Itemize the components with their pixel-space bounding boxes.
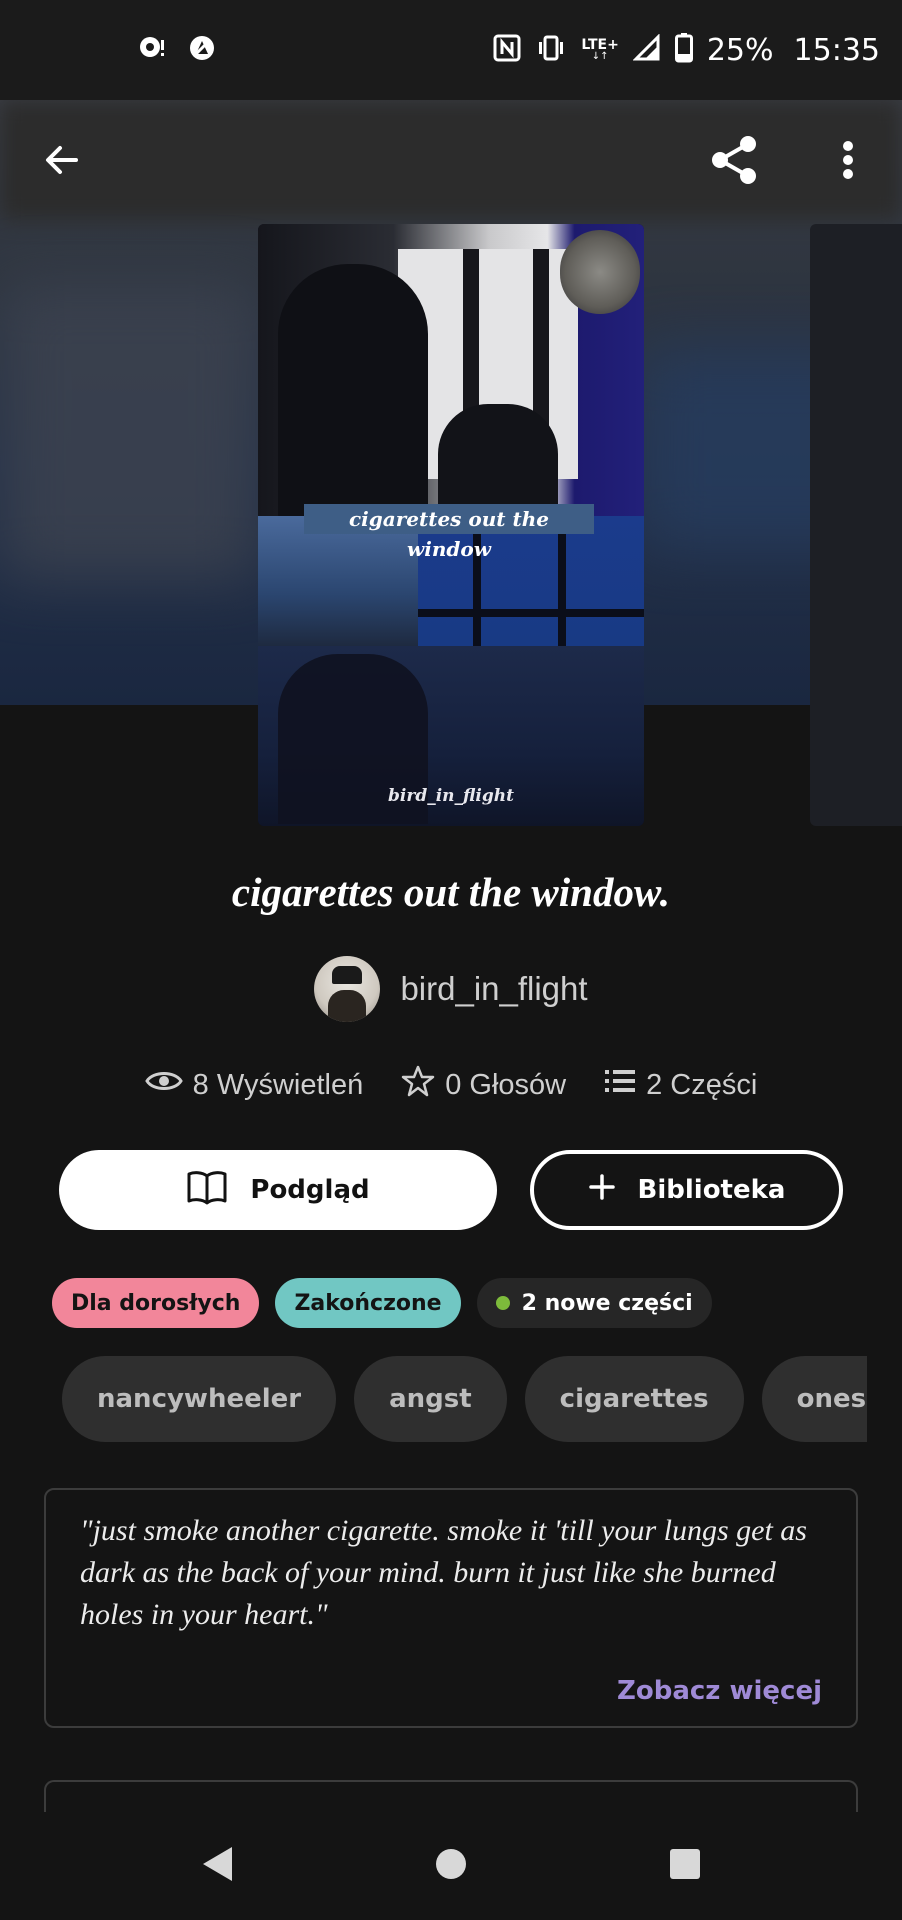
mature-badge: Dla dorosłych [52,1278,260,1328]
next-cover-peek[interactable] [810,224,902,826]
chat-notification-icon [138,34,166,66]
star-icon [401,1064,435,1106]
author-name[interactable]: bird_in_flight [400,970,587,1008]
share-button[interactable] [700,130,768,194]
description-text: "just smoke another cigarette. smoke it … [80,1514,807,1631]
add-to-library-button[interactable]: Biblioteka [530,1150,843,1230]
nfc-icon [493,34,521,66]
more-options-button[interactable] [818,130,878,194]
complete-badge: Zakończone [275,1278,461,1328]
cover-title: cigarettes out the window [304,504,594,561]
description-card: "just smoke another cigarette. smoke it … [44,1488,858,1728]
plus-icon [588,1173,616,1208]
votes-stat: 0 Głosów [401,1064,566,1106]
tag-chip[interactable]: cigarettes [524,1356,744,1442]
story-title: cigarettes out the window. [231,869,671,915]
nav-back-icon[interactable] [200,1845,234,1888]
system-nav-bar [0,1812,902,1920]
brooch-image [560,230,640,314]
battery-percent: 25% [706,32,774,68]
share-icon [707,133,761,192]
list-icon [604,1068,636,1102]
vibrate-icon [535,34,567,66]
story-badges: Dla dorosłych Zakończone 2 nowe części [52,1278,712,1328]
views-stat: 8 Wyświetleń [144,1068,363,1102]
tag-chip[interactable]: nancywheeler [62,1356,337,1442]
book-icon [186,1169,228,1212]
avatar[interactable] [314,956,381,1022]
more-vert-icon [842,140,854,185]
new-parts-badge[interactable]: 2 nowe części [476,1278,712,1328]
back-button[interactable] [30,130,94,194]
signal-icon [632,33,661,66]
tag-chip[interactable]: angst [354,1356,507,1442]
story-stats: 8 Wyświetleń 0 Głosów 2 Części [0,1064,902,1106]
battery-icon [674,33,693,67]
vpn-icon [188,34,216,66]
status-bar: LTE+ ↓↑ 25% 15:35 [0,0,902,100]
lte-icon: LTE+ ↓↑ [581,37,619,62]
cover-author: bird_in_flight [388,786,514,806]
nav-recents-icon[interactable] [668,1847,702,1886]
back-arrow-icon [42,140,82,185]
new-indicator-dot [495,1296,510,1310]
author-link[interactable]: bird_in_flight [0,956,902,1022]
tags-scroller[interactable]: nancywheeler angst cigarettes oneshot [62,1356,867,1442]
parts-stat[interactable]: 2 Części [604,1068,757,1102]
eye-icon [144,1068,183,1102]
story-cover[interactable]: cigarettes out the window bird_in_flight [258,224,644,826]
preview-button[interactable]: Podgląd [59,1150,497,1230]
clock: 15:35 [793,32,880,68]
nav-home-icon[interactable] [434,1847,468,1886]
tag-chip[interactable]: oneshot [761,1356,867,1442]
see-more-link[interactable]: Zobacz więcej [617,1676,822,1706]
